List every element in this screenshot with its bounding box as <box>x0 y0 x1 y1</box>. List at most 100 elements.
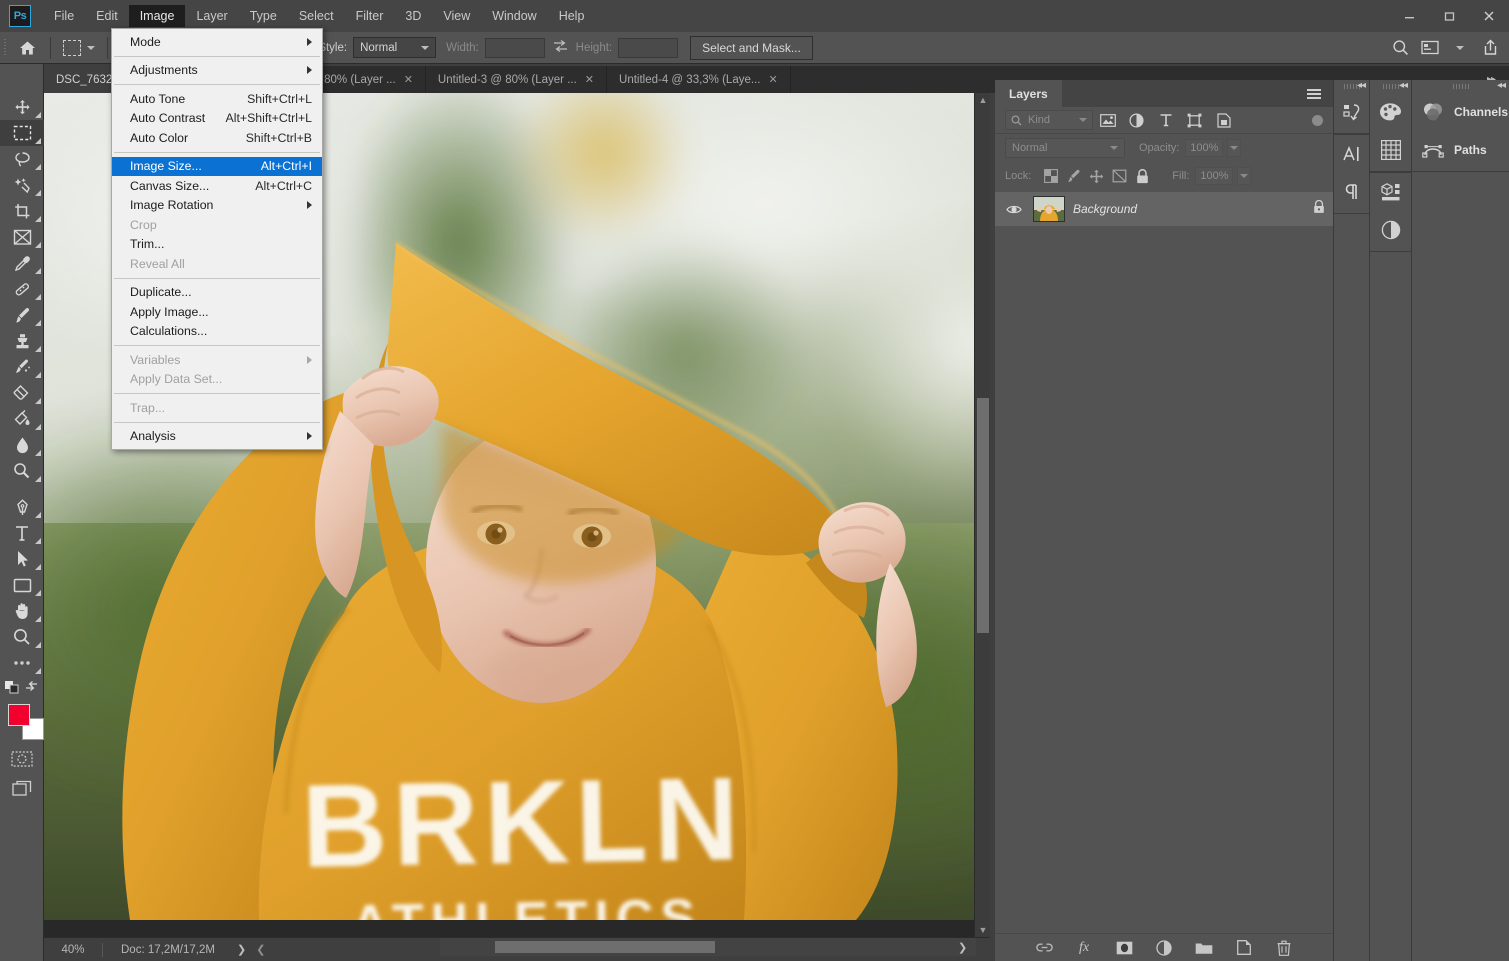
quick-mask-icon[interactable] <box>0 744 44 774</box>
menu-option[interactable]: Trim... <box>112 235 322 255</box>
status-expand-icon[interactable]: ❯ <box>215 943 246 956</box>
color-swatches[interactable] <box>0 700 44 744</box>
opacity-slider-toggle[interactable] <box>1227 139 1241 157</box>
new-layer-icon[interactable] <box>1234 938 1254 958</box>
swap-dimensions-icon[interactable] <box>553 39 568 56</box>
lock-artboard-icon[interactable] <box>1108 165 1131 187</box>
filter-toggle-icon[interactable] <box>1312 115 1323 126</box>
document-tab[interactable]: Untitled-4 @ 33,3% (Laye...✕ <box>607 66 791 93</box>
rectangle-tool[interactable] <box>0 572 44 598</box>
foreground-color-swatch[interactable] <box>8 704 30 726</box>
blur-tool[interactable] <box>0 432 44 458</box>
spot-healing-brush-tool[interactable] <box>0 276 44 302</box>
menu-option[interactable]: Auto ContrastAlt+Shift+Ctrl+L <box>112 109 322 129</box>
menu-select[interactable]: Select <box>288 5 345 27</box>
layer-visibility-icon[interactable] <box>1003 204 1025 215</box>
height-input[interactable] <box>618 38 678 58</box>
menu-type[interactable]: Type <box>239 5 288 27</box>
default-colors-and-swap[interactable] <box>0 676 44 698</box>
close-icon[interactable]: ✕ <box>404 73 413 86</box>
select-and-mask-button[interactable]: Select and Mask... <box>690 36 813 60</box>
panel-button-channels[interactable]: Channels <box>1412 93 1509 131</box>
share-icon[interactable] <box>1477 35 1503 61</box>
quick-selection-tool[interactable] <box>0 172 44 198</box>
history-brush-tool[interactable] <box>0 354 44 380</box>
menu-view[interactable]: View <box>432 5 481 27</box>
menu-3d[interactable]: 3D <box>394 5 432 27</box>
chevron-down-icon[interactable] <box>1447 35 1473 61</box>
close-icon[interactable] <box>1469 0 1509 32</box>
delete-layer-icon[interactable] <box>1274 938 1294 958</box>
width-input[interactable] <box>485 38 545 58</box>
lock-position-icon[interactable] <box>1085 165 1108 187</box>
filter-kind-select[interactable]: Kind <box>1005 110 1093 130</box>
adjustment-filter-icon[interactable] <box>1122 109 1151 131</box>
new-adjustment-layer-icon[interactable] <box>1154 938 1174 958</box>
opacity-value[interactable]: 100% <box>1185 139 1223 157</box>
home-icon[interactable] <box>10 32 44 64</box>
panel-button-paths[interactable]: Paths <box>1412 131 1509 169</box>
menu-file[interactable]: File <box>43 5 85 27</box>
zoom-tool[interactable] <box>0 624 44 650</box>
type-filter-icon[interactable] <box>1151 109 1180 131</box>
double-chevron-icon[interactable]: ◂◂ <box>1497 80 1505 91</box>
menu-layer[interactable]: Layer <box>185 5 238 27</box>
3d-icon[interactable] <box>1370 173 1411 211</box>
lock-transparent-pixels-icon[interactable] <box>1039 165 1062 187</box>
menu-option[interactable]: Mode <box>112 32 322 52</box>
rectangular-marquee-tool[interactable] <box>0 120 44 146</box>
lock-image-pixels-icon[interactable] <box>1062 165 1085 187</box>
pixel-filter-icon[interactable] <box>1093 109 1122 131</box>
menu-window[interactable]: Window <box>481 5 547 27</box>
dodge-tool[interactable] <box>0 458 44 484</box>
menu-option[interactable]: Auto ColorShift+Ctrl+B <box>112 128 322 148</box>
menu-help[interactable]: Help <box>548 5 596 27</box>
crop-tool[interactable] <box>0 198 44 224</box>
maximize-icon[interactable] <box>1429 0 1469 32</box>
panel-menu-icon[interactable] <box>1307 87 1333 101</box>
menu-option[interactable]: Auto ToneShift+Ctrl+L <box>112 89 322 109</box>
path-selection-tool[interactable] <box>0 546 44 572</box>
scroll-down-icon[interactable]: ▼ <box>975 923 991 937</box>
menu-option[interactable]: Analysis <box>112 427 322 447</box>
fill-slider-toggle[interactable] <box>1237 167 1251 185</box>
menu-option[interactable]: Apply Image... <box>112 302 322 322</box>
frame-tool[interactable] <box>0 224 44 250</box>
image-menu-dropdown[interactable]: ModeAdjustmentsAuto ToneShift+Ctrl+LAuto… <box>111 28 323 450</box>
zoom-level[interactable]: 40% <box>44 944 102 956</box>
lasso-tool[interactable] <box>0 146 44 172</box>
paragraph-icon[interactable] <box>1334 173 1369 211</box>
type-tool[interactable] <box>0 520 44 546</box>
new-group-icon[interactable] <box>1194 938 1214 958</box>
minimize-icon[interactable] <box>1389 0 1429 32</box>
menu-option[interactable]: Canvas Size...Alt+Ctrl+C <box>112 176 322 196</box>
lock-all-icon[interactable] <box>1131 165 1154 187</box>
tool-preset-picker[interactable] <box>57 35 101 61</box>
pen-tool[interactable] <box>0 494 44 520</box>
eyedropper-tool[interactable] <box>0 250 44 276</box>
eraser-tool[interactable] <box>0 380 44 406</box>
close-icon[interactable]: ✕ <box>768 73 777 86</box>
double-chevron-icon[interactable]: ◂◂ <box>1399 80 1407 91</box>
clone-stamp-tool[interactable] <box>0 328 44 354</box>
adjustments-icon[interactable] <box>1370 211 1411 249</box>
link-layers-icon[interactable] <box>1034 938 1054 958</box>
menu-option[interactable]: Calculations... <box>112 322 322 342</box>
scroll-up-icon[interactable]: ▲ <box>975 93 991 107</box>
menu-option[interactable]: Adjustments <box>112 61 322 81</box>
character-icon[interactable] <box>1334 135 1369 173</box>
workspace-icon[interactable] <box>1417 35 1443 61</box>
close-icon[interactable]: ✕ <box>585 73 594 86</box>
add-layer-mask-icon[interactable] <box>1114 938 1134 958</box>
menu-image[interactable]: Image <box>129 5 186 27</box>
menu-edit[interactable]: Edit <box>85 5 129 27</box>
hscroll-right-arrow[interactable]: ❯ <box>958 941 967 954</box>
brush-tool[interactable] <box>0 302 44 328</box>
layer-thumbnail[interactable] <box>1033 196 1065 222</box>
hand-tool[interactable] <box>0 598 44 624</box>
canvas-vertical-scrollbar[interactable]: ▲ ▼ <box>974 93 990 937</box>
style-select[interactable]: Normal <box>353 37 436 58</box>
color-swatches-icon[interactable] <box>1370 93 1411 131</box>
status-collapse-icon[interactable]: ❮ <box>246 943 265 956</box>
canvas-horizontal-scrollbar[interactable] <box>440 938 976 956</box>
